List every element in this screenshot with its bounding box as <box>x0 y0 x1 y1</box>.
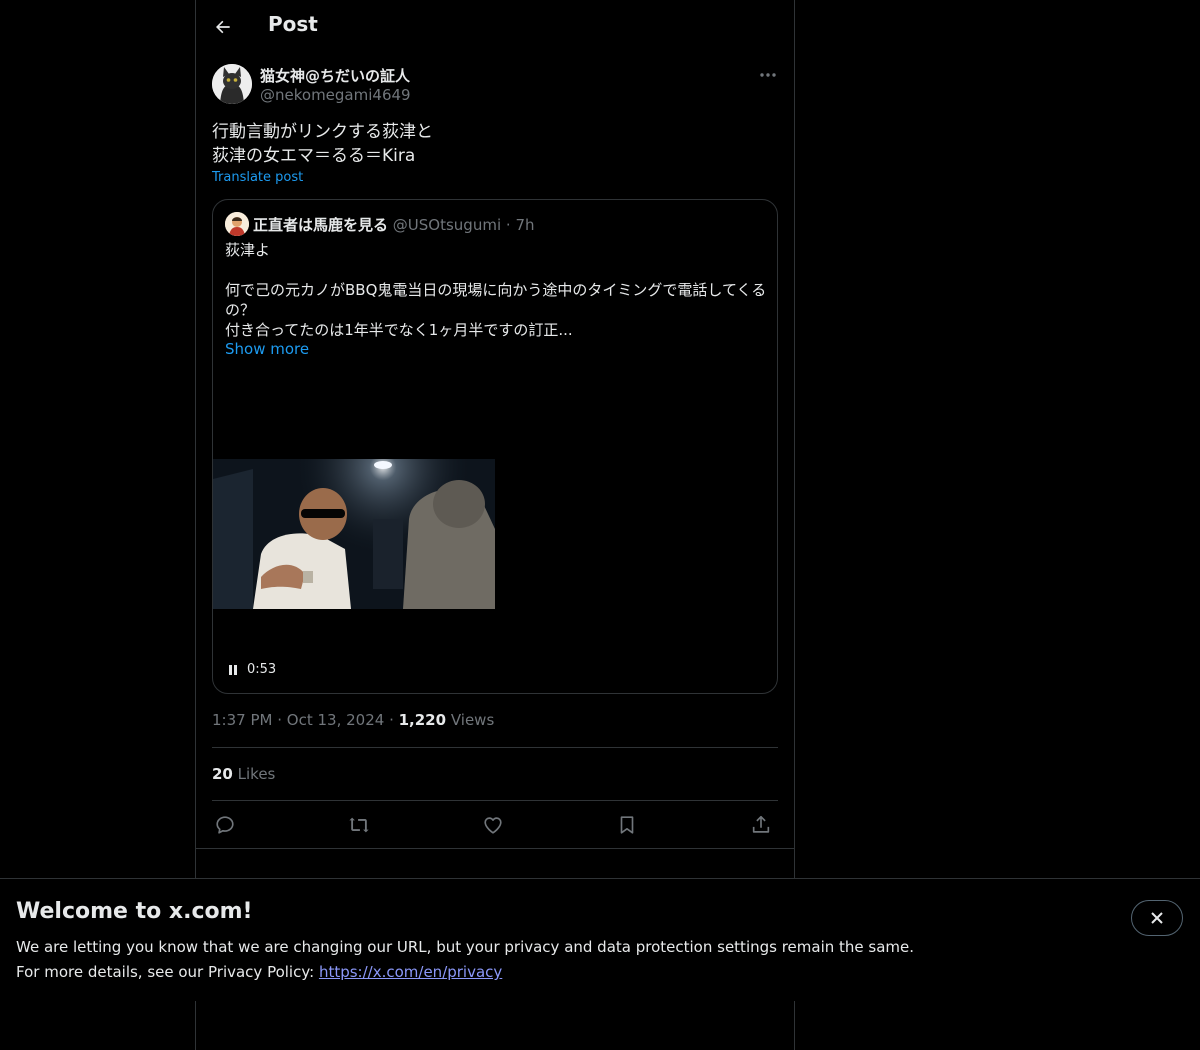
post-meta: 1:37 PM · Oct 13, 2024 · 1,220 Views <box>212 711 494 729</box>
likes-stat[interactable]: 20 Likes <box>212 765 275 783</box>
author-handle[interactable]: @nekomegami4649 <box>260 86 411 104</box>
bookmark-button[interactable] <box>614 812 640 838</box>
quoted-post[interactable]: 正直者は馬鹿を見る @USOtsugumi · 7h 荻津よ 何で己の元カノがB… <box>212 199 778 694</box>
banner-body: We are letting you know that we are chan… <box>16 935 914 985</box>
repost-button[interactable] <box>346 812 372 838</box>
action-bar <box>212 812 778 838</box>
post-date[interactable]: Oct 13, 2024 <box>287 711 385 729</box>
video-frame <box>213 459 495 609</box>
quote-avatar <box>225 212 249 236</box>
quote-author-handle: @USOtsugumi <box>392 216 502 234</box>
reply-icon <box>216 816 234 834</box>
divider <box>212 800 778 801</box>
quote-header: 正直者は馬鹿を見る @USOtsugumi · 7h <box>253 214 535 235</box>
pause-icon[interactable] <box>227 664 239 676</box>
video-duration: 0:53 <box>247 662 277 677</box>
meta-dot: · <box>277 711 287 729</box>
cat-avatar-image <box>212 64 252 104</box>
quote-author-name: 正直者は馬鹿を見る <box>253 216 389 234</box>
repost-icon <box>349 817 369 833</box>
banner-line-1: We are letting you know that we are chan… <box>16 938 915 956</box>
post-text: 行動言動がリンクする荻津と 荻津の女エマ＝るる＝Kira <box>212 122 433 166</box>
banner-title: Welcome to x.com! <box>16 899 253 924</box>
translate-post-link[interactable]: Translate post <box>212 170 303 185</box>
views-count: 1,220 <box>398 711 447 729</box>
close-icon <box>1151 912 1163 924</box>
quote-dot: · <box>505 216 511 234</box>
more-icon <box>760 73 776 77</box>
share-icon <box>752 815 770 833</box>
author-name[interactable]: 猫女神@ちだいの証人 <box>260 65 410 86</box>
post-time[interactable]: 1:37 PM <box>212 711 272 729</box>
top-bar: Post <box>196 0 794 53</box>
welcome-banner: Welcome to x.com! We are letting you kno… <box>0 878 1200 1001</box>
banner-line-2: For more details, see our Privacy Policy… <box>16 960 914 985</box>
privacy-policy-link[interactable]: https://x.com/en/privacy <box>319 963 502 981</box>
more-button[interactable] <box>756 64 780 86</box>
video-controls: 0:53 <box>227 662 276 677</box>
like-icon <box>484 817 502 834</box>
share-button[interactable] <box>748 812 774 838</box>
quote-text: 荻津よ 何で己の元カノがBBQ鬼電当日の現場に向かう途中のタイミングで電話してく… <box>225 241 767 339</box>
page-title: Post <box>268 12 318 36</box>
views-label: Views <box>450 711 495 729</box>
bookmark-icon <box>620 816 634 834</box>
back-arrow-icon <box>216 20 230 34</box>
like-button[interactable] <box>480 812 506 838</box>
person-avatar-image <box>225 212 249 236</box>
likes-label: Likes <box>237 765 276 783</box>
meta-dot: · <box>389 711 399 729</box>
quote-time: 7h <box>515 216 535 234</box>
close-banner-button[interactable] <box>1131 900 1183 936</box>
video-player[interactable] <box>213 459 495 609</box>
show-more-link[interactable]: Show more <box>225 340 309 358</box>
back-button[interactable] <box>206 10 240 44</box>
reply-button[interactable] <box>212 812 238 838</box>
divider <box>212 747 778 748</box>
banner-line-2-prefix: For more details, see our Privacy Policy… <box>16 963 319 981</box>
likes-count: 20 <box>212 765 233 783</box>
post-bottom-border <box>196 848 794 849</box>
avatar[interactable] <box>212 64 252 104</box>
